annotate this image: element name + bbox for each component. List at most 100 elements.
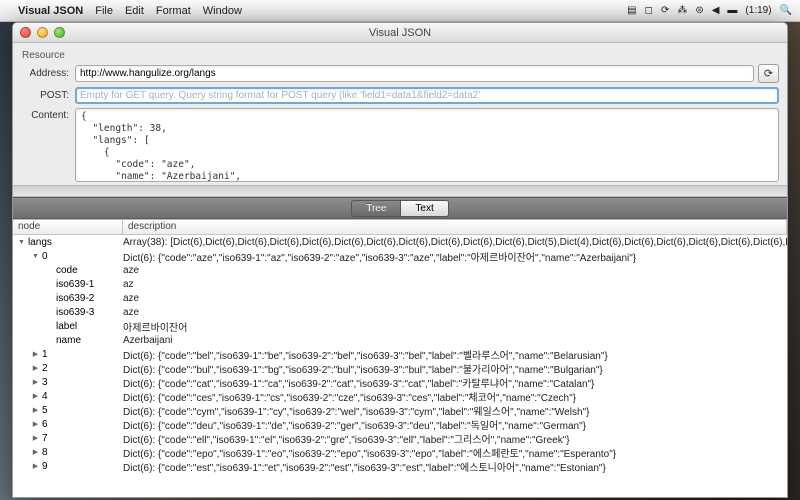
node-key: label [56,321,77,332]
tree-view: node description langs Array(38): [Dict(6… [13,219,787,497]
menu-file[interactable]: File [95,5,113,17]
view-mode-segment: Tree Text [13,197,787,219]
disclosure-triangle-icon[interactable] [31,447,40,456]
node-description: Array(38): [Dict(6),Dict(6),Dict(6),Dict… [123,237,787,248]
table-row[interactable]: 8 Dict(6): {"code":"epo","iso639-1":"eo",… [13,445,787,459]
resource-group-label: Resource [22,50,779,61]
node-key: 8 [42,447,48,458]
disclosure-triangle-icon[interactable] [31,405,40,414]
disclosure-triangle-icon[interactable] [31,391,40,400]
node-key: iso639-1 [56,279,94,290]
resource-pane: Resource Address: ⟳ POST: Content: { "le… [13,43,787,185]
tab-tree[interactable]: Tree [351,200,401,217]
content-label: Content: [21,108,69,182]
col-header-node[interactable]: node [13,220,123,234]
table-row[interactable]: iso639-1 az [13,277,787,291]
table-row[interactable]: iso639-3 aze [13,305,787,319]
node-description: Dict(6): {"code":"ces","iso639-1":"cs","… [123,389,787,403]
node-description: aze [123,293,787,304]
menubar-right: ▤ ◻ ⟳ ⁂ ⊜ ◀ ▬ (1:19) 🔍 [627,5,792,16]
reload-button[interactable]: ⟳ [758,64,779,83]
node-key: iso639-2 [56,293,94,304]
display-icon[interactable]: ◻ [645,5,653,16]
node-description: Dict(6): {"code":"deu","iso639-1":"de","… [123,417,787,431]
node-description: Dict(6): {"code":"est","iso639-1":"et","… [123,459,787,473]
node-key: 4 [42,391,48,402]
post-row: POST: [21,87,779,104]
table-row[interactable]: 3 Dict(6): {"code":"cat","iso639-1":"ca",… [13,375,787,389]
disclosure-triangle-icon[interactable] [31,251,40,260]
window-titlebar[interactable]: Visual JSON [13,23,787,43]
battery-icon[interactable]: ▬ [727,5,737,16]
table-row[interactable]: 6 Dict(6): {"code":"deu","iso639-1":"de",… [13,417,787,431]
content-textarea[interactable]: { "length": 38, "langs": [ { "code": "az… [75,108,779,182]
node-description: az [123,279,787,290]
node-description: Dict(6): {"code":"epo","iso639-1":"eo","… [123,445,787,459]
address-input[interactable] [75,65,754,82]
node-key: 2 [42,363,48,374]
node-key: 9 [42,461,48,472]
table-row[interactable]: 5Dict(6): {"code":"cym","iso639-1":"cy",… [13,403,787,417]
node-key: 3 [42,377,48,388]
table-row[interactable]: label 아제르바이잔어 [13,319,787,333]
node-description: Dict(6): {"code":"aze","iso639-1":"az","… [123,249,787,263]
table-row[interactable]: code aze [13,263,787,277]
node-key: langs [28,237,52,248]
post-input[interactable] [75,87,779,104]
table-row[interactable]: 4 Dict(6): {"code":"ces","iso639-1":"cs",… [13,389,787,403]
pane-separator[interactable] [13,185,787,197]
node-description: Dict(6): {"code":"ell","iso639-1":"el","… [123,431,787,445]
node-description: aze [123,265,787,276]
reload-icon: ⟳ [764,67,773,80]
disclosure-triangle-icon[interactable] [31,349,40,358]
window-title: Visual JSON [13,27,787,39]
menu-edit[interactable]: Edit [125,5,144,17]
node-description: Dict(6): {"code":"cat","iso639-1":"ca","… [123,375,787,389]
table-row[interactable]: iso639-2 aze [13,291,787,305]
menu-format[interactable]: Format [156,5,191,17]
table-row[interactable]: 0Dict(6): {"code":"aze","iso639-1":"az",… [13,249,787,263]
disclosure-triangle-icon[interactable] [31,419,40,428]
post-label: POST: [21,90,69,101]
address-row: Address: ⟳ [21,64,779,83]
node-description: Dict(6): {"code":"bul","iso639-1":"bg","… [123,361,787,375]
system-menubar: Visual JSON File Edit Format Window ▤ ◻ … [0,0,800,21]
node-description: Azerbaijani [123,335,787,346]
menu-extra-icon[interactable]: ▤ [627,5,636,16]
disclosure-triangle-icon[interactable] [31,433,40,442]
table-row[interactable]: 1Dict(6): {"code":"bel","iso639-1":"be",… [13,347,787,361]
disclosure-triangle-icon[interactable] [31,461,40,470]
app-menu[interactable]: Visual JSON [18,5,83,17]
menu-window[interactable]: Window [203,5,242,17]
node-key: code [56,265,78,276]
node-key: name [56,335,81,346]
table-row[interactable]: 2 Dict(6): {"code":"bul","iso639-1":"bg",… [13,361,787,375]
content-row: Content: { "length": 38, "langs": [ { "c… [21,108,779,182]
table-row[interactable]: langs Array(38): [Dict(6),Dict(6),Dict(6)… [13,235,787,249]
node-key: iso639-3 [56,307,94,318]
node-description: 아제르바이잔어 [123,319,787,333]
volume-icon[interactable]: ◀ [712,5,720,16]
spotlight-icon[interactable]: 🔍 [780,5,792,16]
tree-header: node description [13,220,787,235]
disclosure-triangle-icon[interactable] [31,363,40,372]
node-description: aze [123,307,787,318]
disclosure-triangle-icon[interactable] [17,237,26,246]
address-label: Address: [21,68,69,79]
col-header-description[interactable]: description [123,220,787,234]
sync-icon[interactable]: ⟳ [661,5,669,16]
menubar-left: Visual JSON File Edit Format Window [18,5,242,17]
bluetooth-icon[interactable]: ⁂ [677,5,687,16]
table-row[interactable]: name Azerbaijani [13,333,787,347]
node-description: Dict(6): {"code":"bel","iso639-1":"be","… [123,347,787,361]
wifi-icon[interactable]: ⊜ [695,5,703,16]
table-row[interactable]: 7 Dict(6): {"code":"ell","iso639-1":"el",… [13,431,787,445]
node-key: 5 [42,405,48,416]
tree-body[interactable]: langs Array(38): [Dict(6),Dict(6),Dict(6)… [13,235,787,497]
clock[interactable]: (1:19) [745,5,771,16]
node-key: 6 [42,419,48,430]
node-key: 7 [42,433,48,444]
disclosure-triangle-icon[interactable] [31,377,40,386]
table-row[interactable]: 9 Dict(6): {"code":"est","iso639-1":"et",… [13,459,787,473]
tab-text[interactable]: Text [401,200,448,217]
